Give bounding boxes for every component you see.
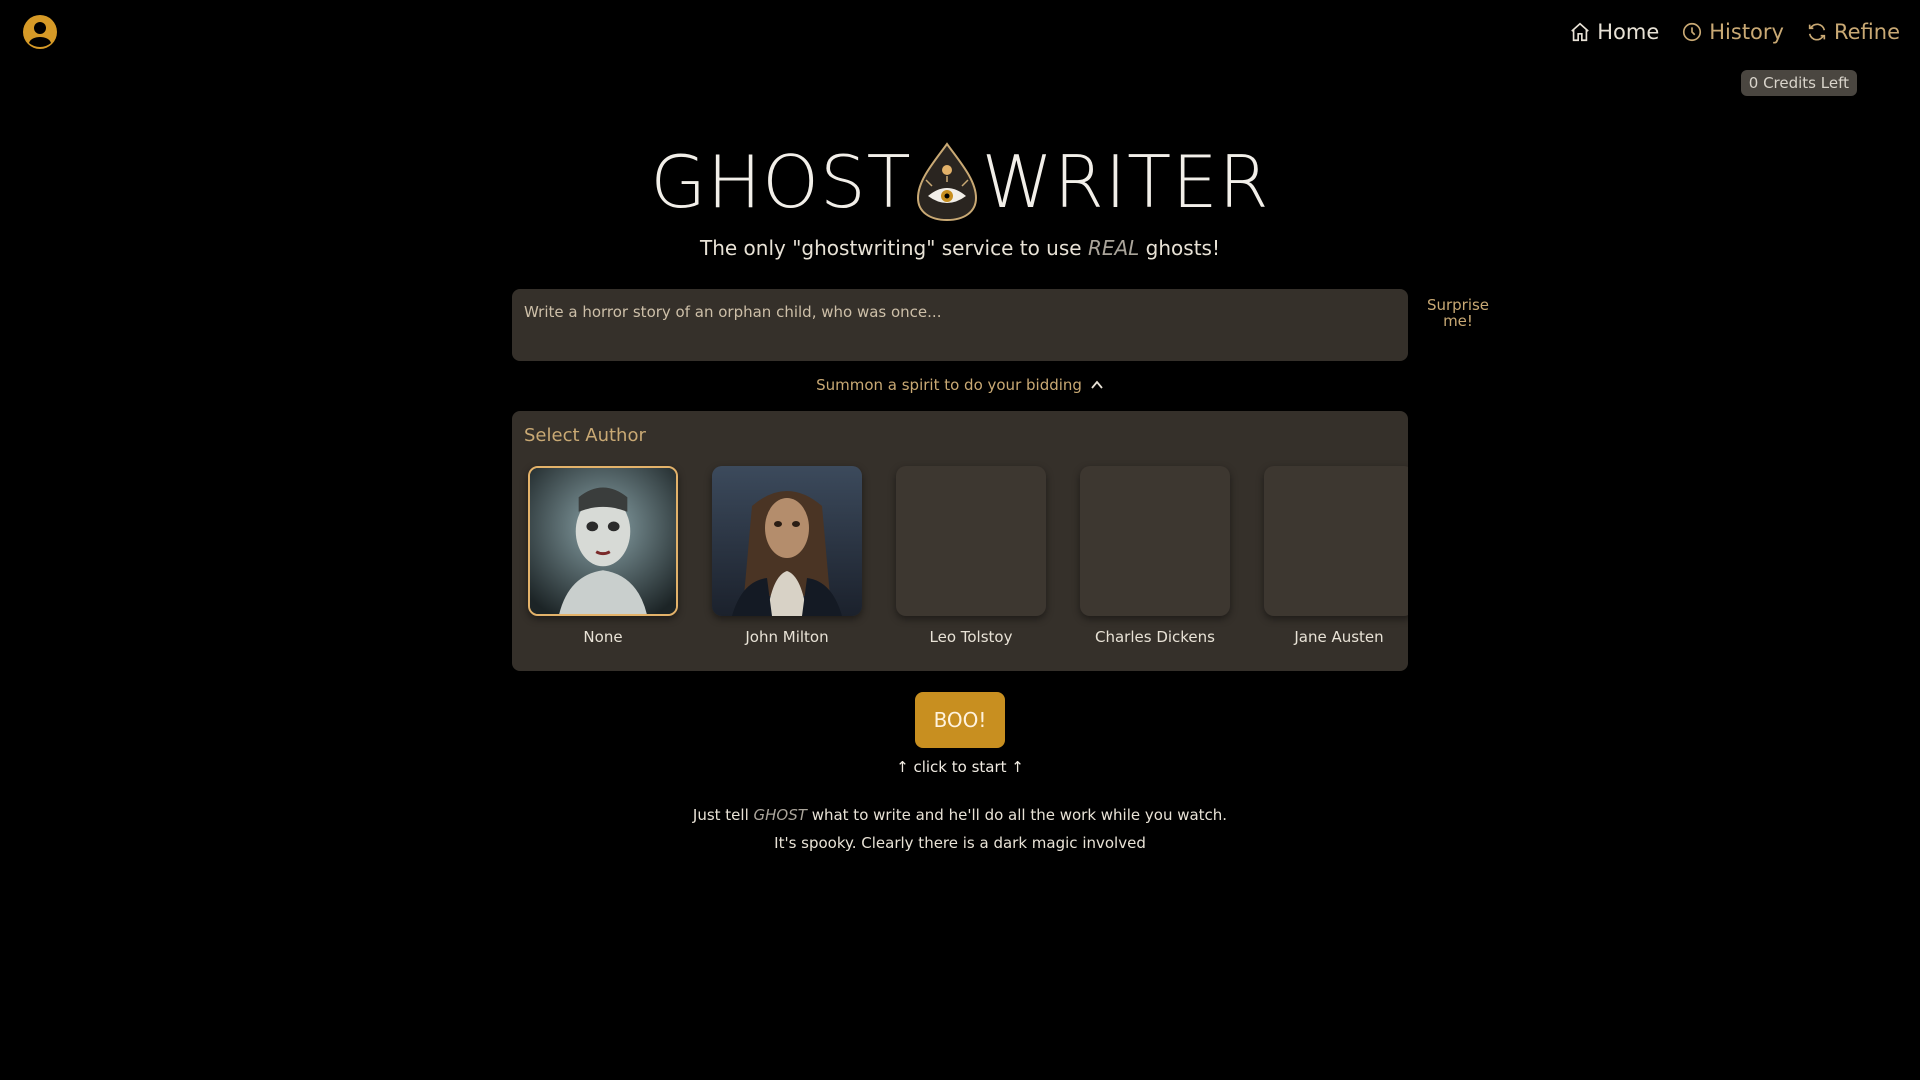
author-name: Leo Tolstoy bbox=[929, 628, 1013, 646]
description-line-2: It's spooky. Clearly there is a dark mag… bbox=[774, 834, 1146, 852]
summon-spirit-toggle[interactable]: Summon a spirit to do your bidding bbox=[0, 376, 1920, 394]
clock-icon bbox=[1683, 22, 1702, 42]
user-avatar-icon[interactable] bbox=[22, 14, 58, 50]
tagline: The only "ghostwriting" service to use R… bbox=[0, 236, 1920, 260]
author-portrait bbox=[1264, 466, 1408, 616]
author-portrait bbox=[712, 466, 862, 616]
author-name: Charles Dickens bbox=[1095, 628, 1215, 646]
author-name: None bbox=[583, 628, 623, 646]
nav-home-label: Home bbox=[1597, 20, 1660, 44]
author-card-leo-tolstoy[interactable]: Leo Tolstoy bbox=[896, 466, 1046, 646]
surprise-me-button[interactable]: Surprise me! bbox=[1418, 297, 1498, 329]
author-portrait bbox=[1080, 466, 1230, 616]
author-card-charles-dickens[interactable]: Charles Dickens bbox=[1080, 466, 1230, 646]
top-nav: Home History Refine bbox=[1569, 20, 1900, 44]
start-hint: ↑ click to start ↑ bbox=[896, 758, 1024, 776]
author-panel: Select Author None John Milton Leo Tolst… bbox=[512, 411, 1408, 671]
author-portrait bbox=[896, 466, 1046, 616]
refresh-icon bbox=[1808, 23, 1826, 41]
author-card-jane-austen[interactable]: Jane Austen bbox=[1264, 466, 1408, 646]
planchette-eye-icon bbox=[916, 142, 977, 222]
logo-text-left: GHOST bbox=[650, 140, 912, 224]
nav-refine[interactable]: Refine bbox=[1806, 20, 1900, 44]
nav-history-label: History bbox=[1709, 20, 1784, 44]
author-name: John Milton bbox=[745, 628, 829, 646]
author-panel-title: Select Author bbox=[524, 425, 646, 446]
home-icon bbox=[1571, 22, 1590, 42]
tagline-text: The only "ghostwriting" service to use bbox=[700, 236, 1088, 260]
author-card-john-milton[interactable]: John Milton bbox=[712, 466, 862, 646]
nav-refine-label: Refine bbox=[1833, 20, 1900, 44]
author-name: Jane Austen bbox=[1294, 628, 1384, 646]
description-emphasis: GHOST bbox=[753, 806, 807, 824]
description-line-1: Just tell GHOST what to write and he'll … bbox=[0, 801, 1920, 829]
author-card-none[interactable]: None bbox=[528, 466, 678, 646]
description: Just tell GHOST what to write and he'll … bbox=[0, 801, 1920, 857]
logo-text-right: WRITER bbox=[981, 140, 1270, 224]
nav-history[interactable]: History bbox=[1681, 20, 1784, 44]
summon-spirit-label: Summon a spirit to do your bidding bbox=[816, 376, 1082, 394]
author-portrait bbox=[528, 466, 678, 616]
logo: GHOST WRITER bbox=[0, 140, 1920, 224]
tagline-emphasis: REAL bbox=[1087, 236, 1140, 260]
nav-home[interactable]: Home bbox=[1569, 20, 1659, 44]
credits-badge: 0 Credits Left bbox=[1740, 70, 1857, 96]
prompt-textarea[interactable] bbox=[512, 289, 1408, 361]
tagline-text-end: ghosts! bbox=[1139, 236, 1220, 260]
description-text: Just tell bbox=[692, 806, 754, 824]
boo-button[interactable]: BOO! bbox=[915, 692, 1005, 748]
description-text-end: what to write and he'll do all the work … bbox=[806, 806, 1228, 824]
chevron-up-icon bbox=[1091, 380, 1103, 389]
